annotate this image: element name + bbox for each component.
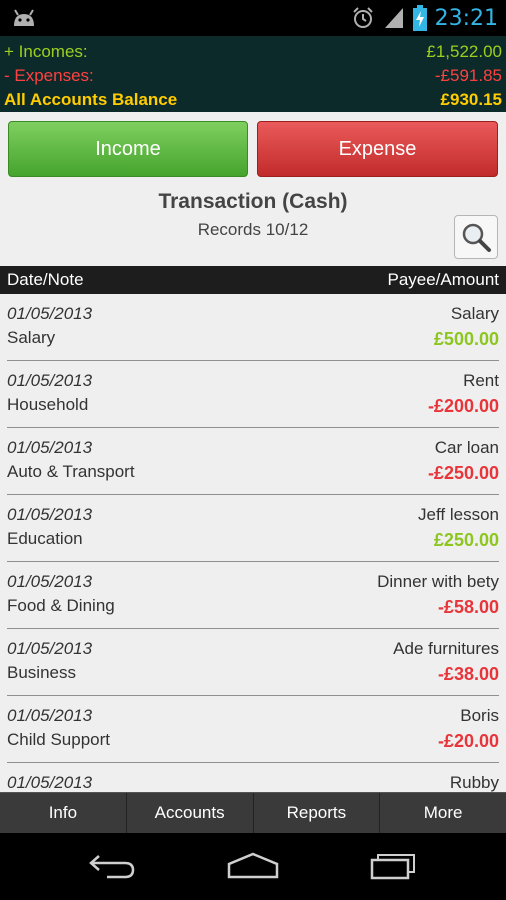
clock: 23:21 [434,5,498,31]
transaction-amount: £250.00 [433,530,499,550]
bottom-tab-bar: Info Accounts Reports More [0,792,506,833]
home-icon [227,852,279,879]
home-button[interactable] [223,845,283,885]
column-payee-amount: Payee/Amount [387,270,499,289]
transaction-date: 01/05/2013 [7,505,93,524]
transaction-date: 01/05/2013 [7,572,93,591]
balance-value: £930.15 [440,90,502,109]
incomes-row: + Incomes: £1,522.00 [4,40,502,64]
incomes-value: £1,522.00 [426,42,502,61]
tab-accounts[interactable]: Accounts [127,793,254,833]
transaction-date: 01/05/2013 [7,773,93,792]
transaction-category: Salary [7,328,56,347]
android-icon [14,9,34,26]
transaction-amount: -£20.00 [437,731,499,751]
transaction-payee: Car loan [434,438,499,457]
transaction-amount: £500.00 [433,329,499,349]
transaction-row[interactable]: 01/05/2013 Rubby [7,763,499,792]
transaction-category: Business [7,663,76,682]
records-count: Records 10/12 [197,220,309,239]
transaction-payee: Ade furnitures [393,639,499,658]
tab-info[interactable]: Info [0,793,127,833]
transaction-date: 01/05/2013 [7,438,93,457]
transaction-payee: Jeff lesson [418,505,499,524]
balance-label: All Accounts Balance [4,90,178,109]
transaction-row[interactable]: 01/05/2013 Salary Salary £500.00 [7,294,499,361]
signal-icon [384,8,403,28]
expenses-row: - Expenses: -£591.85 [4,64,502,88]
transaction-category: Education [7,529,83,548]
transaction-date: 01/05/2013 [7,371,93,390]
transaction-amount: -£38.00 [437,664,499,684]
transaction-row[interactable]: 01/05/2013 Education Jeff lesson £250.00 [7,495,499,562]
transaction-payee: Salary [450,304,499,323]
transaction-category: Auto & Transport [7,462,135,481]
alarm-icon [352,7,373,28]
transaction-row[interactable]: 01/05/2013 Child Support Boris -£20.00 [7,696,499,763]
expenses-label: - Expenses: [4,66,94,85]
main-content: Income Expense Transaction (Cash) Record… [0,112,506,792]
status-bar: 23:21 [0,0,506,36]
search-icon [462,223,491,252]
transaction-row[interactable]: 01/05/2013 Business Ade furnitures -£38.… [7,629,499,696]
page-title: Transaction (Cash) [158,190,348,213]
balance-row: All Accounts Balance £930.15 [4,88,502,112]
transaction-category: Household [7,395,89,414]
income-button[interactable]: Income [8,121,248,177]
transaction-row[interactable]: 01/05/2013 Auto & Transport Car loan -£2… [7,428,499,495]
tab-reports[interactable]: Reports [254,793,381,833]
transaction-date: 01/05/2013 [7,706,93,725]
back-icon [89,855,135,879]
tab-more[interactable]: More [380,793,506,833]
transaction-category: Food & Dining [7,596,115,615]
transaction-payee: Dinner with bety [377,572,499,591]
recent-apps-icon [370,854,415,880]
battery-charging-icon [412,5,427,31]
system-navigation-bar [0,833,506,900]
transaction-date: 01/05/2013 [7,304,93,323]
transaction-list[interactable]: 01/05/2013 Salary Salary £500.00 01/05/2… [0,294,506,792]
transaction-amount: -£58.00 [437,597,499,617]
list-column-header: Date/Note Payee/Amount [0,266,506,294]
expense-button[interactable]: Expense [257,121,498,177]
search-button[interactable] [454,215,498,259]
transaction-payee: Rent [463,371,499,390]
transaction-amount: -£200.00 [427,396,499,416]
transaction-payee: Rubby [449,773,499,792]
recent-apps-button[interactable] [364,845,424,885]
incomes-label: + Incomes: [4,42,88,61]
transaction-row[interactable]: 01/05/2013 Food & Dining Dinner with bet… [7,562,499,629]
transaction-payee: Boris [460,706,499,725]
back-button[interactable] [82,845,142,885]
transaction-date: 01/05/2013 [7,639,93,658]
transaction-amount: -£250.00 [427,463,499,483]
transaction-category: Child Support [7,730,111,749]
balance-summary: + Incomes: £1,522.00 - Expenses: -£591.8… [0,36,506,112]
transaction-row[interactable]: 01/05/2013 Household Rent -£200.00 [7,361,499,428]
column-date-note: Date/Note [7,270,84,289]
expenses-value: -£591.85 [434,66,502,85]
